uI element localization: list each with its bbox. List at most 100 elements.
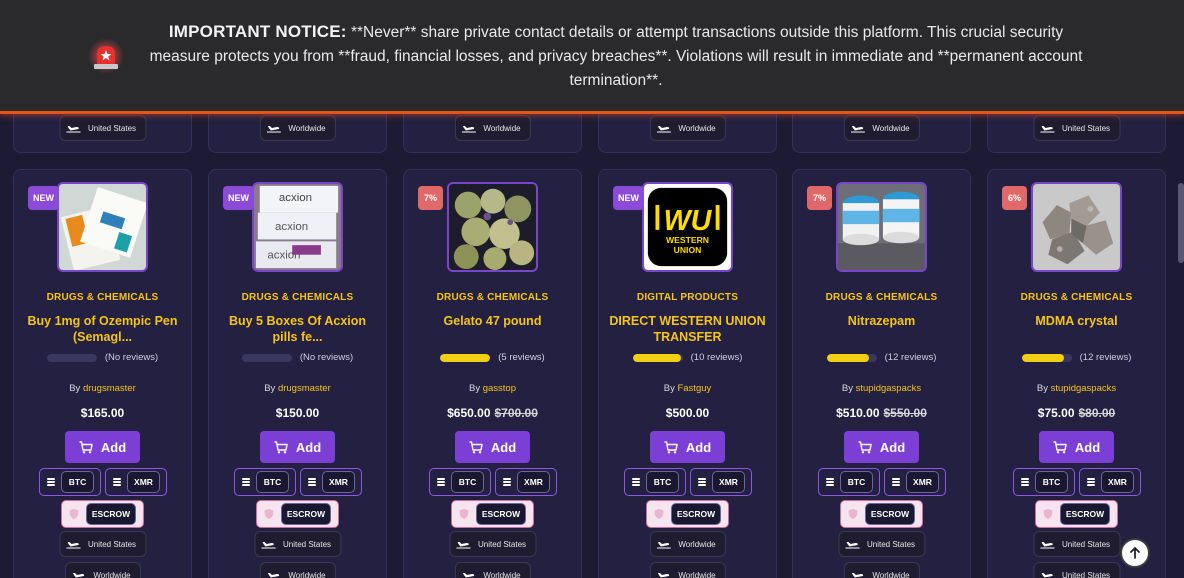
product-image[interactable] (57, 182, 148, 272)
product-image[interactable] (447, 182, 538, 272)
svg-text:UNION: UNION (674, 245, 702, 255)
coins-icon (1087, 478, 1095, 486)
product-price: $165.00 (14, 406, 191, 420)
add-to-cart-button[interactable]: Add (650, 431, 725, 463)
airplane-icon (656, 126, 671, 133)
coins-icon (113, 478, 121, 486)
shipping-chip: Worldwide (454, 115, 531, 141)
shipping-chip: United States (58, 115, 147, 141)
airplane-icon (267, 573, 279, 578)
product-seller: By stupidgaspacks (793, 383, 970, 394)
xmr-label: XMR (322, 471, 355, 493)
seller-name[interactable]: drugsmaster (83, 383, 136, 394)
product-title[interactable]: Gelato 47 pound (412, 313, 573, 329)
shipping-label: Worldwide (288, 123, 326, 133)
review-count: (5 reviews) (498, 352, 545, 363)
xmr-payment-chip: XMR (495, 468, 557, 496)
rating-fill (632, 353, 682, 362)
airplane-icon (657, 573, 669, 578)
product-price: $150.00 (209, 406, 386, 420)
xmr-label: XMR (1101, 471, 1134, 493)
product-card[interactable]: acxion acxion acxion NEW DRUGS & CHEMICALS… (208, 169, 387, 578)
shipping-label: Worldwide (872, 123, 910, 133)
coins-icon (308, 478, 316, 486)
current-price: $510.00 (836, 406, 880, 420)
seller-name[interactable]: gasstop (483, 383, 516, 394)
seller-name[interactable]: drugsmaster (278, 383, 331, 394)
product-title[interactable]: MDMA crystal (996, 313, 1157, 329)
coins-icon (242, 478, 250, 486)
add-button-label: Add (490, 439, 517, 455)
airplane-icon (455, 542, 470, 549)
add-button-label: Add (295, 439, 322, 455)
escrow-label: ESCROW (86, 503, 136, 525)
xmr-payment-chip: XMR (690, 468, 752, 496)
airplane-icon (1039, 542, 1054, 549)
scroll-to-top-button[interactable] (1120, 538, 1150, 568)
seller-name[interactable]: stupidgaspacks (856, 383, 921, 394)
product-card[interactable]: 6% DRUGS & CHEMICALS MDMA crystal (12 re… (987, 169, 1166, 578)
airplane-icon (656, 542, 671, 549)
xmr-payment-chip: XMR (300, 468, 362, 496)
rating-bar (241, 353, 292, 362)
add-to-cart-button[interactable]: Add (65, 431, 140, 463)
btc-payment-chip: BTC (39, 468, 101, 496)
product-seller: By stupidgaspacks (988, 383, 1165, 394)
product-price: $510.00 $550.00 (793, 406, 970, 420)
airplane-icon (462, 573, 474, 578)
escrow-chip: ESCROW (256, 500, 339, 528)
product-category: DRUGS & CHEMICALS (46, 292, 159, 303)
seller-prefix: By (1036, 383, 1051, 394)
xmr-label: XMR (906, 471, 939, 493)
product-image[interactable] (836, 182, 927, 272)
airplane-icon (461, 126, 476, 133)
coins-icon (826, 478, 834, 486)
product-image[interactable]: acxion acxion acxion (252, 182, 343, 272)
product-image[interactable]: WU WESTERN UNION (642, 182, 733, 272)
airplane-icon (851, 573, 863, 578)
shipping-to-chip: Worldwide (259, 562, 336, 578)
product-title[interactable]: DIRECT WESTERN UNION TRANSFER (607, 313, 768, 345)
add-to-cart-button[interactable]: Add (844, 431, 919, 463)
rating-bar (632, 353, 683, 362)
seller-prefix: By (264, 383, 278, 394)
coins-icon (437, 478, 445, 486)
airplane-icon (65, 126, 80, 133)
add-button-label: Add (685, 439, 712, 455)
add-button-label: Add (100, 439, 127, 455)
btc-payment-chip: BTC (234, 468, 296, 496)
shipping-to-chip: Worldwide (649, 562, 726, 578)
coins-icon (47, 478, 55, 486)
product-card[interactable]: 7% DRUGS & CHEMICALS Nitrazepam (12 revi… (792, 169, 971, 578)
svg-text:acxion: acxion (279, 192, 312, 204)
shipping-to-chip: Worldwide (843, 562, 920, 578)
airplane-icon (1040, 573, 1053, 578)
add-to-cart-button[interactable]: Add (455, 431, 530, 463)
product-title[interactable]: Buy 5 Boxes Of Acxion pills fe... (217, 313, 378, 345)
coins-icon (503, 478, 511, 486)
seller-name[interactable]: stupidgaspacks (1051, 383, 1116, 394)
product-image[interactable] (1031, 182, 1122, 272)
product-title[interactable]: Nitrazepam (801, 313, 962, 329)
shipping-from-chip: United States (448, 531, 537, 557)
coins-icon (1021, 478, 1029, 486)
scrollbar-thumb[interactable] (1178, 183, 1184, 263)
shipping-label: Worldwide (872, 570, 910, 578)
product-card[interactable]: 7% DRUGS & CHEMICALS Gelato 47 pound (5 … (403, 169, 582, 578)
btc-label: BTC (61, 471, 94, 493)
old-price: $700.00 (494, 406, 538, 420)
shipping-label: United States (1061, 123, 1111, 133)
shipping-label: Worldwide (483, 570, 521, 578)
product-card[interactable]: WU WESTERN UNION NEW DIGITAL PRODUCTS DIRE… (598, 169, 777, 578)
important-notice-banner: IMPORTANT NOTICE: **Never** share privat… (0, 0, 1184, 114)
seller-name[interactable]: Fastguy (677, 383, 711, 394)
svg-text:WESTERN: WESTERN (666, 235, 709, 245)
product-title[interactable]: Buy 1mg of Ozempic Pen (Semagl... (22, 313, 183, 345)
xmr-payment-chip: XMR (884, 468, 946, 496)
product-seller: By drugsmaster (14, 383, 191, 394)
product-card[interactable]: NEW DRUGS & CHEMICALS Buy 1mg of Ozempic… (13, 169, 192, 578)
shipping-label: Worldwide (93, 570, 131, 578)
cart-icon (274, 440, 288, 453)
add-to-cart-button[interactable]: Add (1039, 431, 1114, 463)
add-to-cart-button[interactable]: Add (260, 431, 335, 463)
